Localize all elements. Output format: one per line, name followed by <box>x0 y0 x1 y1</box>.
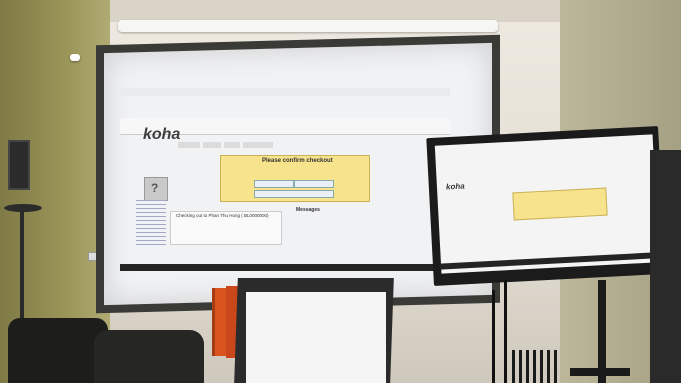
monitor-stand-base <box>570 368 630 376</box>
wall-picture <box>8 140 30 190</box>
monitor-koha-logo: koha <box>445 181 465 192</box>
laptop-screen <box>246 292 386 383</box>
confirm-checkout-title: Please confirm checkout <box>262 158 333 164</box>
projected-koha-logo: koha <box>143 126 181 143</box>
projected-tab <box>224 142 240 148</box>
projected-tab <box>203 142 221 148</box>
projected-tabs <box>178 135 338 148</box>
armchair <box>8 318 108 383</box>
bottles <box>512 350 558 383</box>
floor-lamp-pole <box>20 210 24 320</box>
classroom-photo: koha ? Please confirm checkout Checking … <box>0 0 681 383</box>
dark-cabinet <box>650 150 681 383</box>
renew-button <box>254 190 334 198</box>
patron-details-lines <box>136 200 166 248</box>
checkout-panel-title: Checking out to Phan Thu Hong ( BL000000… <box>176 213 269 218</box>
cable <box>492 290 495 383</box>
projected-tab <box>178 142 200 148</box>
messages-heading: Messages <box>296 207 320 213</box>
projected-tab <box>243 142 273 148</box>
yes-checkout-button <box>254 180 294 188</box>
no-checkout-button <box>294 180 334 188</box>
security-camera <box>70 54 80 61</box>
projected-browser-bar <box>120 88 450 96</box>
cable <box>504 280 507 383</box>
armchair <box>94 330 204 383</box>
projected-taskbar <box>120 264 440 271</box>
projector-screen-housing <box>118 20 498 32</box>
monitor-confirm-banner <box>512 187 608 221</box>
avatar-placeholder-icon: ? <box>151 181 159 195</box>
